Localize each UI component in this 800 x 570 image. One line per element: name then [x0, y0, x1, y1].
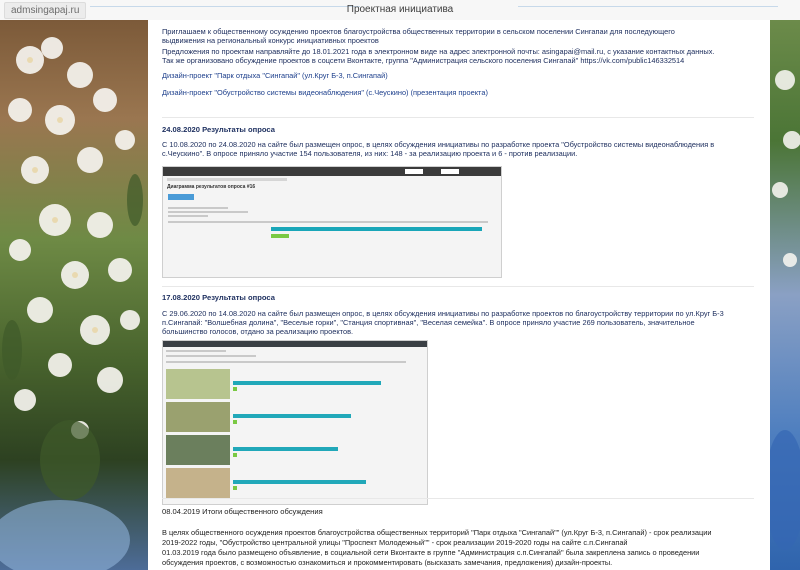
section-text-line: 2019-2022 годы, "Обустройство центрально…	[162, 538, 628, 547]
design-project-video-link[interactable]: Дизайн-проект "Обустройство системы виде…	[162, 88, 766, 98]
project-thumbnail	[166, 435, 230, 465]
poll-bar	[233, 381, 381, 385]
poll-bar	[233, 414, 351, 418]
poll-yes-bar	[271, 227, 482, 231]
screenshot-text-line	[168, 207, 228, 209]
project-thumbnail	[166, 369, 230, 399]
design-project-park-link[interactable]: Дизайн-проект "Парк отдыха "Сингапай" (у…	[162, 71, 766, 81]
screenshot-text-line	[168, 215, 208, 217]
intro-text-line: Так же организовано обсуждение проектов …	[162, 56, 685, 65]
section-text-line: 01.03.2019 года было размещено объявлени…	[162, 548, 700, 557]
poll-no-bar	[271, 234, 289, 238]
screenshot-text-line	[166, 350, 226, 352]
blossom-decoration-left	[0, 37, 143, 570]
screenshot-toolbar	[163, 167, 501, 176]
section-divider	[162, 286, 754, 287]
poll-bar	[233, 480, 366, 484]
screenshot-toolbar-button	[441, 169, 459, 174]
right-decorative-background	[770, 20, 800, 570]
screenshot-text-line	[168, 211, 248, 213]
poll-bar-small	[233, 453, 237, 457]
intro-text-line: выдвижения на региональный конкурс иници…	[162, 36, 379, 45]
project-thumbnail	[166, 402, 230, 432]
section-date-heading: 17.08.2020 Результаты опроса	[162, 293, 275, 302]
top-bar: admsingapaj.ru Проектная инициатива	[0, 0, 800, 21]
blossom-decoration-right	[770, 70, 800, 550]
project-thumbnail	[166, 468, 230, 498]
section-text-line: большинство голосов, отдано за реализаци…	[162, 327, 354, 336]
left-decorative-background	[0, 20, 148, 570]
section-text-line: В целях общественного осуждения проектов…	[162, 528, 712, 537]
section-text-line: с.Чеускино". В опросе приняло участие 15…	[162, 149, 578, 158]
top-divider-right	[518, 6, 778, 7]
section-text-line: обсуждения проектов, с возможностью озна…	[162, 558, 613, 567]
main-content: Приглашаем к общественному осуждению про…	[148, 20, 770, 570]
screenshot-toolbar-button	[405, 169, 423, 174]
poll-results-screenshot-1[interactable]: Диаграмма результатов опроса #16	[162, 166, 502, 278]
screenshot-title: Диаграмма результатов опроса #16	[167, 184, 256, 190]
poll-bar-small	[233, 420, 237, 424]
section-date-heading: 24.08.2020 Результаты опроса	[162, 125, 275, 134]
poll-results-screenshot-2[interactable]	[162, 340, 428, 505]
screenshot-text-line	[166, 361, 406, 363]
screenshot-text-line	[168, 221, 488, 223]
poll-bar-small	[233, 486, 237, 490]
section-date-heading: 08.04.2019 Итоги общественного обсуждени…	[162, 507, 323, 516]
screenshot-text-line	[166, 355, 256, 357]
poll-bar-small	[233, 387, 237, 391]
screenshot-toolbar	[163, 341, 427, 347]
section-divider	[162, 117, 754, 118]
screenshot-breadcrumb	[167, 178, 287, 181]
poll-bar	[233, 447, 338, 451]
screenshot-button	[168, 194, 194, 200]
section-divider	[162, 498, 754, 499]
